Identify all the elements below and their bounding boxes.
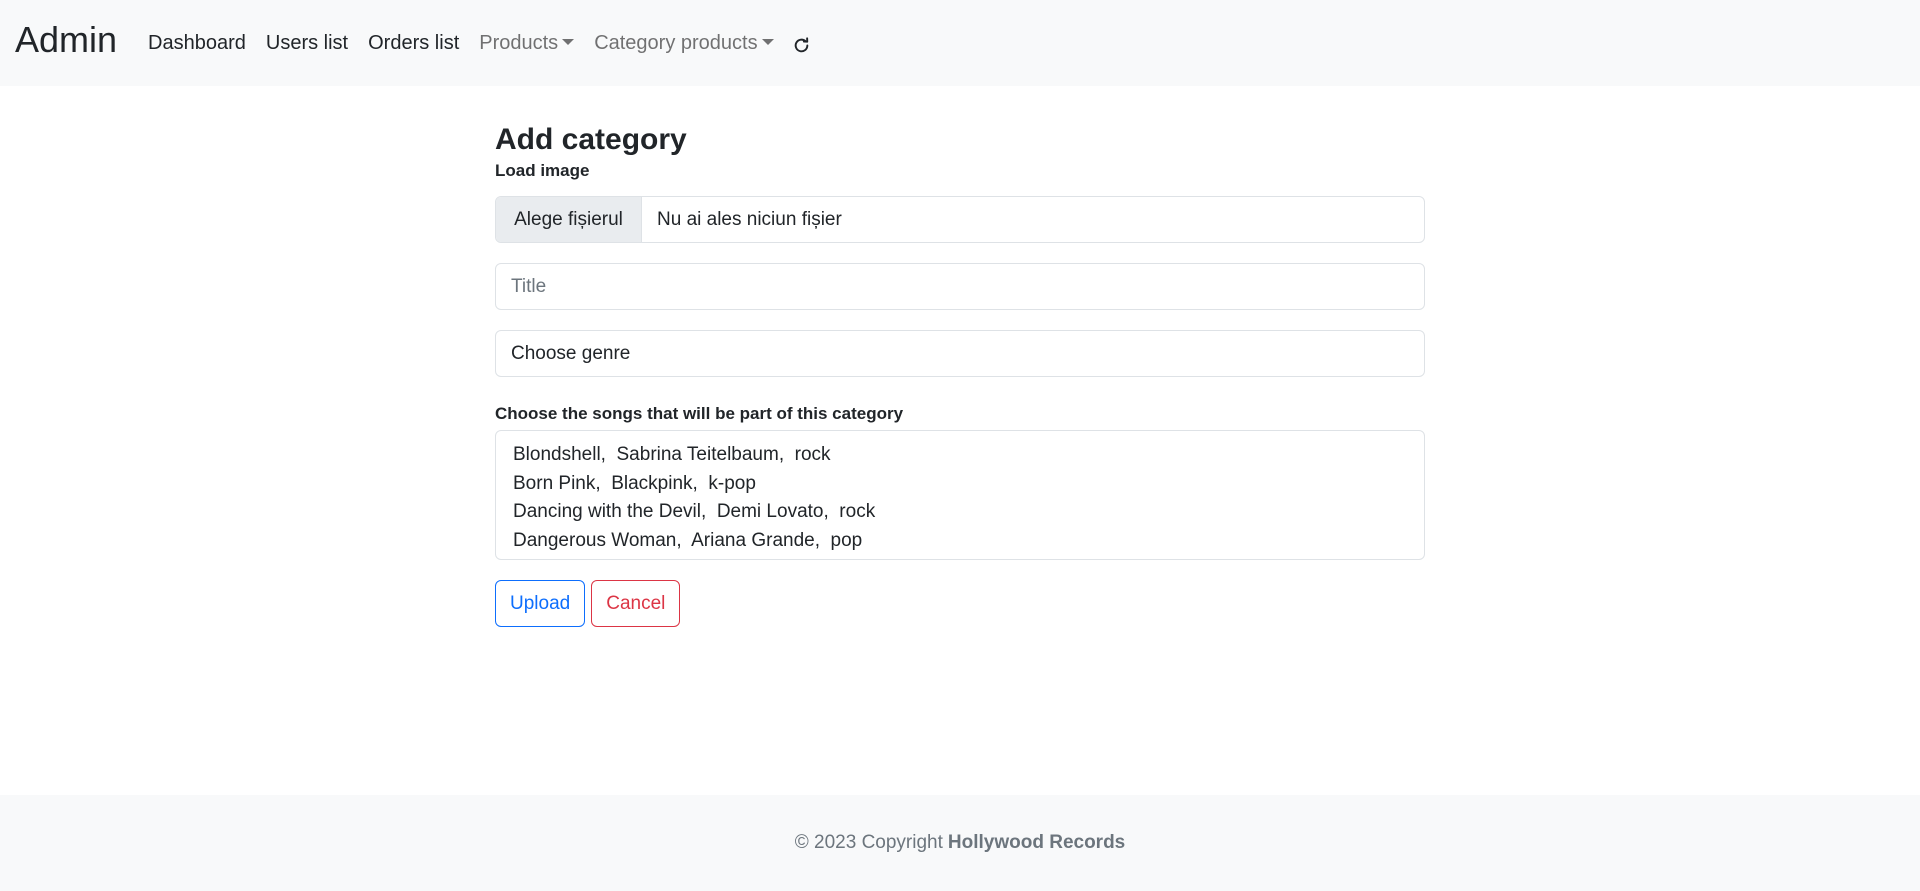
nav-link-dashboard[interactable]: Dashboard: [148, 32, 246, 55]
title-input[interactable]: [495, 263, 1425, 310]
genre-select[interactable]: Choose genre: [495, 330, 1425, 377]
songs-multiselect[interactable]: Blondshell, Sabrina Teitelbaum, rock Bor…: [495, 430, 1425, 560]
genre-select-value: Choose genre: [511, 342, 631, 364]
song-option[interactable]: Born Pink, Blackpink, k-pop: [513, 470, 1407, 499]
file-status-text: Nu ai ales niciun fișier: [657, 208, 842, 230]
song-option[interactable]: Blondshell, Sabrina Teitelbaum, rock: [513, 441, 1407, 470]
nav-dropdown-products-label: Products: [479, 31, 559, 54]
image-file-input[interactable]: Alege fișierul Nu ai ales niciun fișier: [495, 196, 1425, 243]
nav-link-users-list[interactable]: Users list: [266, 32, 348, 55]
company-name: Hollywood Records: [947, 832, 1126, 853]
form-actions: Upload Cancel: [495, 580, 1425, 627]
upload-button[interactable]: Upload: [495, 580, 586, 627]
navbar-brand[interactable]: Admin: [15, 19, 117, 61]
copyright-text: © 2023 Copyright: [794, 832, 943, 853]
page-title: Add category: [495, 123, 687, 156]
caret-down-icon: [761, 38, 774, 45]
refresh-icon[interactable]: [792, 35, 812, 55]
caret-down-icon: [562, 38, 575, 45]
load-image-label: Load image: [495, 161, 590, 180]
nav-dropdown-category-products[interactable]: Category products: [594, 31, 774, 55]
navbar: Admin Dashboard Users list Orders list P…: [0, 0, 1920, 86]
nav-dropdown-products[interactable]: Products: [479, 31, 575, 55]
songs-label: Choose the songs that will be part of th…: [495, 404, 904, 423]
nav-link-orders-list[interactable]: Orders list: [368, 32, 459, 55]
choose-file-button[interactable]: Alege fișierul: [496, 197, 642, 242]
cancel-button[interactable]: Cancel: [591, 580, 681, 627]
footer: © 2023 Copyright Hollywood Records: [0, 795, 1920, 891]
song-option[interactable]: Dancing with the Devil, Demi Lovato, roc…: [513, 498, 1407, 527]
add-category-form: Add category Load image Alege fișierul N…: [495, 120, 1425, 627]
nav-dropdown-category-products-label: Category products: [594, 31, 758, 54]
song-option[interactable]: Dangerous Woman, Ariana Grande, pop: [513, 527, 1407, 556]
